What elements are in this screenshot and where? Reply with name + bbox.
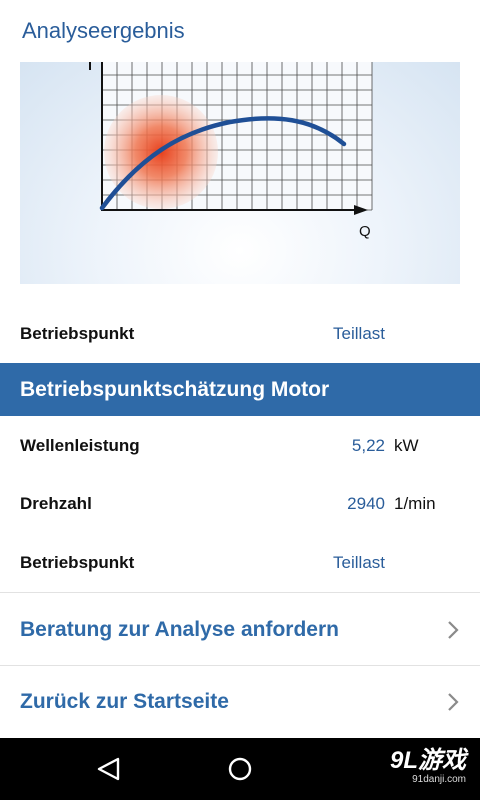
section-title: Betriebspunktschätzung Motor xyxy=(20,377,330,401)
watermark-logo: 9L游戏 91danji.com xyxy=(389,747,466,786)
shaft-power-unit: kW xyxy=(394,436,419,455)
back-triangle-icon[interactable] xyxy=(92,752,126,786)
request-consultation-link[interactable]: Beratung zur Analyse anfordern xyxy=(0,594,480,666)
speed-unit: 1/min xyxy=(394,494,436,513)
watermark-main: 9L游戏 xyxy=(389,747,466,774)
motor-operating-point-label: Betriebspunkt xyxy=(20,553,135,572)
shaft-power-value: 5,22 xyxy=(351,436,385,455)
chevron-right-icon xyxy=(448,693,459,711)
system-navigation-bar: 9L游戏 91danji.com xyxy=(0,738,480,800)
motor-operating-point-row: Betriebspunkt Teillast xyxy=(0,534,480,592)
back-to-start-link[interactable]: Zurück zur Startseite xyxy=(0,666,480,738)
divider xyxy=(0,592,480,593)
app-header: Analyseergebnis xyxy=(0,0,480,62)
home-circle-icon[interactable] xyxy=(223,752,257,786)
operating-point-label: Betriebspunkt xyxy=(20,324,135,343)
motor-operating-point-value: Teillast xyxy=(333,553,385,572)
request-consultation-label: Beratung zur Analyse anfordern xyxy=(20,618,339,641)
speed-row: Drehzahl 2940 1/min xyxy=(0,475,480,533)
speed-label: Drehzahl xyxy=(20,494,92,513)
pump-curve-svg: Q xyxy=(89,62,373,240)
page-title: Analyseergebnis xyxy=(22,18,185,43)
x-axis-label: Q xyxy=(359,223,371,240)
speed-value: 2940 xyxy=(347,494,385,513)
back-to-start-label: Zurück zur Startseite xyxy=(20,690,229,713)
shaft-power-label: Wellenleistung xyxy=(20,436,140,455)
watermark-sub: 91danji.com xyxy=(412,774,466,785)
section-header-motor: Betriebspunktschätzung Motor xyxy=(0,363,480,416)
shaft-power-row: Wellenleistung 5,22 kW xyxy=(0,417,480,475)
operating-point-value: Teillast xyxy=(333,324,385,343)
pump-curve-illustration: Q xyxy=(20,62,460,284)
operating-point-row: Betriebspunkt Teillast xyxy=(0,305,480,363)
chevron-right-icon xyxy=(448,621,459,639)
